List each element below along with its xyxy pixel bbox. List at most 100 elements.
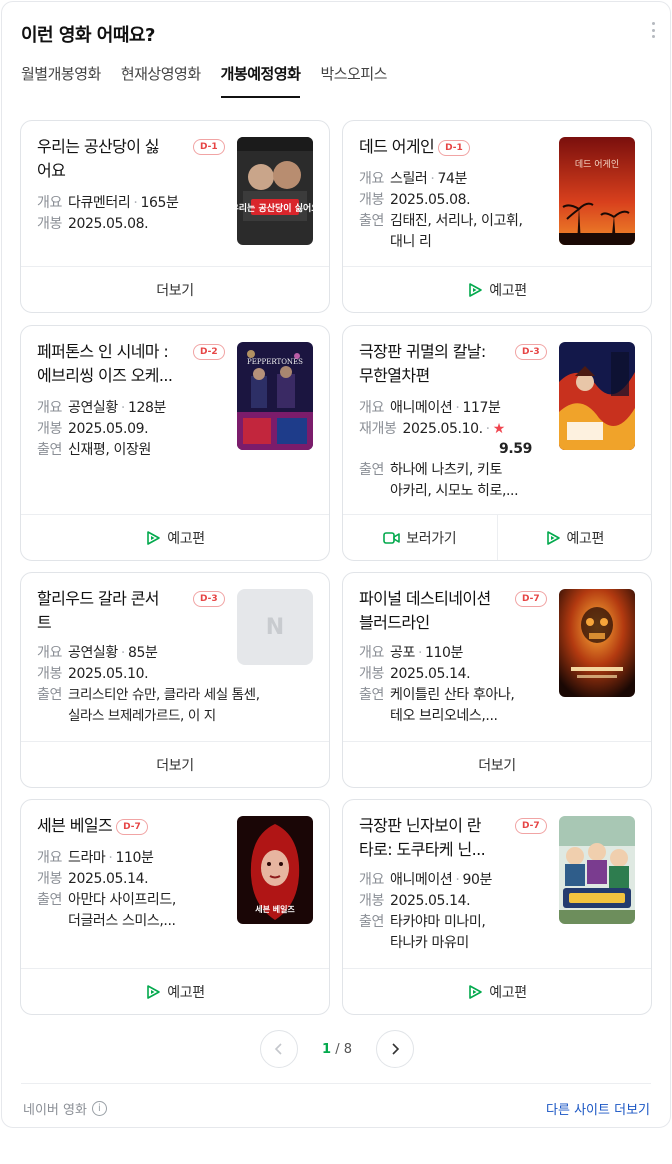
- movie-release: 개봉 2025.05.14.: [359, 891, 471, 912]
- source-label: 네이버 영화 i: [23, 1099, 107, 1118]
- cast-label: 출연: [359, 462, 384, 478]
- movie-title[interactable]: 할리우드 갈라 콘서 트: [37, 587, 215, 635]
- release-label: 개봉: [359, 893, 384, 909]
- pagination: 1 / 8: [260, 1030, 414, 1068]
- movie-rerelease: 재개봉 2025.05.10. · ★: [359, 419, 505, 440]
- tab-now-showing[interactable]: 현재상영영화: [121, 58, 201, 98]
- cast-label: 출연: [359, 914, 384, 930]
- trailer-button[interactable]: 예고편: [343, 969, 651, 1014]
- cast-names: 하나에 나츠키, 키토: [389, 462, 502, 478]
- total-pages: 8: [343, 1041, 352, 1057]
- runtime: 85분: [127, 645, 158, 661]
- movie-card[interactable]: 극장판 닌자보이 란 타로: 도쿠타케 닌... D-7 개요 애니메이션 · 90분: [342, 799, 652, 1015]
- star-icon: ★: [492, 421, 506, 437]
- movie-poster[interactable]: 데드 어게인: [559, 137, 635, 245]
- cast-names: 더글러스 스미스,...: [67, 913, 176, 929]
- rating-score: 9.59: [499, 441, 532, 457]
- movie-poster[interactable]: 우리는 공산당이 싫어요: [237, 137, 313, 245]
- movie-overview: 개요 공연실황 · 128분: [37, 398, 166, 419]
- trailer-button[interactable]: 예고편: [21, 515, 329, 560]
- movie-poster[interactable]: [559, 342, 635, 450]
- runtime: 110분: [425, 645, 464, 661]
- movie-overview: 개요 다큐멘터리 · 165분: [37, 193, 179, 214]
- movie-title[interactable]: 파이널 데스티네이션 블러드라인: [359, 587, 537, 635]
- source-text: 네이버 영화: [23, 1103, 87, 1118]
- movie-poster[interactable]: [559, 589, 635, 697]
- more-button[interactable]: 더보기: [21, 742, 329, 787]
- movie-title-line: 무한열차편: [359, 366, 430, 385]
- card-footer: 예고편: [343, 266, 651, 312]
- movie-release: 개봉 2025.05.14.: [37, 869, 149, 890]
- movie-poster[interactable]: PEPPERTONES: [237, 342, 313, 450]
- movie-title[interactable]: 극장판 닌자보이 란 타로: 도쿠타케 닌...: [359, 814, 537, 862]
- runtime: 74분: [437, 171, 467, 187]
- overview-label: 개요: [37, 400, 62, 416]
- release-date: 2025.05.10.: [67, 666, 149, 682]
- release-label: 개봉: [359, 666, 384, 682]
- card-footer: 더보기: [21, 741, 329, 787]
- movie-card[interactable]: 극장판 귀멸의 칼날: 무한열차편 D-3 개요 애니메이션 · 117분 재개봉 20…: [342, 325, 652, 561]
- trailer-button[interactable]: 예고편: [343, 267, 651, 312]
- genre: 애니메이션: [389, 872, 453, 888]
- movie-card[interactable]: 할리우드 갈라 콘서 트 D-3 N 개요 공연실황 · 85분 개봉 2025.05.…: [20, 572, 330, 788]
- genre: 애니메이션: [389, 400, 453, 416]
- video-camera-icon: [383, 531, 401, 545]
- card-footer: 더보기: [21, 266, 329, 312]
- cast-label: 출연: [37, 442, 62, 458]
- more-options-icon[interactable]: [650, 22, 656, 38]
- movie-card[interactable]: 파이널 데스티네이션 블러드라인 D-7 개요 공포 · 110분 개봉 202…: [342, 572, 652, 788]
- dday-badge: D-1: [193, 139, 225, 155]
- movie-card[interactable]: 페퍼톤스 인 시네마 : 에브리씽 이즈 오케... D-2 PEPPERTON…: [20, 325, 330, 561]
- trailer-button[interactable]: 예고편: [496, 515, 652, 560]
- overview-label: 개요: [37, 850, 62, 866]
- tab-monthly-release[interactable]: 월별개봉영화: [21, 58, 101, 98]
- watch-button[interactable]: 보러가기: [343, 515, 497, 560]
- watch-label: 보러가기: [406, 530, 457, 547]
- trailer-label: 예고편: [167, 530, 205, 547]
- cast-label: 출연: [359, 213, 384, 229]
- movie-title[interactable]: 세븐 베일즈 D-7: [37, 814, 215, 838]
- movie-poster[interactable]: 세븐 베일즈: [237, 816, 313, 924]
- runtime: 128분: [127, 400, 166, 416]
- movie-cast: 출연 신재평, 이장원: [37, 440, 151, 461]
- movie-title-line: 극장판 귀멸의 칼날:: [359, 342, 486, 361]
- prev-page-button[interactable]: [260, 1030, 298, 1068]
- movie-cast: 출연 김태진, 서리나, 이고휘, 대니 리: [359, 211, 523, 253]
- other-sites-link[interactable]: 다른 사이트 더보기: [546, 1099, 650, 1118]
- genre: 다큐멘터리: [67, 195, 131, 211]
- more-button[interactable]: 더보기: [21, 267, 329, 312]
- movie-title[interactable]: 우리는 공산당이 싫 어요: [37, 135, 215, 183]
- card-footer: 더보기: [343, 741, 651, 787]
- movie-poster[interactable]: [559, 816, 635, 924]
- movie-title-line: 페퍼톤스 인 시네마 :: [37, 342, 169, 361]
- movie-card[interactable]: 우리는 공산당이 싫 어요 D-1 우리는 공산당이 싫어요 개요다큐멘터리·1…: [20, 120, 330, 313]
- runtime: 110분: [115, 850, 154, 866]
- movie-card[interactable]: 세븐 베일즈 D-7 세븐 베일즈 개요 드라마 · 110분 개봉 2025.05.14…: [20, 799, 330, 1015]
- trailer-button[interactable]: 예고편: [21, 969, 329, 1014]
- chevron-left-icon: [274, 1040, 284, 1059]
- rerelease-label: 재개봉: [359, 421, 397, 437]
- trailer-label: 예고편: [489, 282, 527, 299]
- movie-release: 개봉 2025.05.08.: [37, 214, 149, 235]
- tab-upcoming[interactable]: 개봉예정영화: [220, 58, 301, 98]
- movie-title-line: 트: [37, 613, 52, 632]
- tab-box-office[interactable]: 박스오피스: [320, 58, 387, 98]
- runtime: 117분: [462, 400, 501, 416]
- poster-placeholder[interactable]: N: [237, 589, 313, 665]
- movie-recommendation-panel: 이런 영화 어때요? 월별개봉영화 현재상영영화 개봉예정영화 박스오피스 우리…: [1, 1, 671, 1128]
- trailer-label: 예고편: [566, 530, 605, 547]
- movie-title[interactable]: 페퍼톤스 인 시네마 : 에브리씽 이즈 오케...: [37, 340, 215, 388]
- card-footer: 예고편: [21, 514, 329, 560]
- movie-title-line: 극장판 닌자보이 란: [359, 816, 482, 835]
- cast-names: 실라스 브제레가르드, 이 지: [67, 708, 216, 724]
- dday-badge: D-3: [193, 591, 225, 607]
- movie-title[interactable]: 데드 어게인 D-1: [359, 135, 537, 159]
- dday-badge: D-3: [515, 344, 547, 360]
- next-page-button[interactable]: [376, 1030, 414, 1068]
- cast-names: 타카야마 미나미,: [389, 914, 486, 930]
- info-icon[interactable]: i: [91, 1101, 107, 1116]
- more-button[interactable]: 더보기: [343, 742, 651, 787]
- cast-label: 출연: [359, 687, 384, 703]
- movie-card[interactable]: 데드 어게인 D-1 데드 어게인 개요 스릴러 · 74분 개봉 2025.0…: [342, 120, 652, 313]
- movie-title[interactable]: 극장판 귀멸의 칼날: 무한열차편: [359, 340, 537, 388]
